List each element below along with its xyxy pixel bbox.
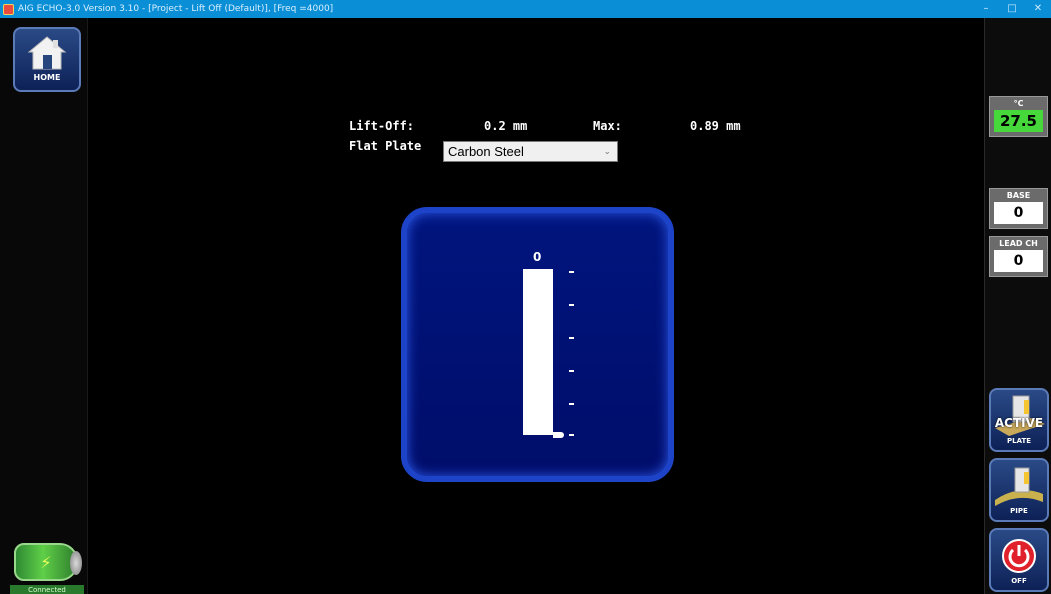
- gauge-pointer: [553, 432, 564, 438]
- window-title: AIG ECHO-3.0 Version 3.10 - [Project - L…: [18, 4, 334, 14]
- pipe-mode-button[interactable]: PIPE: [989, 458, 1049, 522]
- maximize-button[interactable]: □: [999, 0, 1025, 18]
- base-value: 0: [994, 202, 1043, 224]
- gauge-tick: [569, 304, 574, 306]
- connection-status: Connected: [10, 585, 84, 594]
- temperature-value: 27.5: [994, 110, 1043, 132]
- battery-icon: ⚡: [14, 543, 82, 581]
- title-bar: AIG ECHO-3.0 Version 3.10 - [Project - L…: [0, 0, 1051, 18]
- liftoff-gauge-panel: 0: [401, 207, 674, 482]
- pipe-probe-icon: [995, 467, 1043, 506]
- plate-label: PLATE: [1006, 437, 1032, 445]
- home-label: HOME: [33, 73, 61, 82]
- liftoff-label: Lift-Off:: [349, 119, 415, 133]
- lead-channel-value: 0: [994, 250, 1043, 272]
- close-button[interactable]: ✕: [1025, 0, 1051, 18]
- material-select[interactable]: Carbon Steel ⌄: [443, 141, 618, 162]
- bolt-icon: ⚡: [40, 552, 52, 572]
- lead-channel-label: LEAD CH: [999, 239, 1038, 248]
- gauge-tick: [569, 271, 574, 273]
- base-label: BASE: [1006, 191, 1031, 200]
- max-value: 0.89 mm: [690, 119, 741, 133]
- right-sidebar: °C 27.5 BASE 0 LEAD CH 0 ACTIVE PLATE PI…: [984, 18, 1051, 594]
- app-icon: [3, 3, 14, 15]
- off-label: OFF: [1011, 577, 1027, 585]
- connection-indicator: ⚡ Connected: [10, 543, 84, 594]
- power-icon: [1002, 539, 1036, 573]
- gauge-tick: [569, 337, 574, 339]
- liftoff-value: 0.2 mm: [484, 119, 528, 133]
- base-box: BASE 0: [989, 188, 1048, 229]
- chevron-down-icon: ⌄: [603, 146, 611, 156]
- material-select-value: Carbon Steel: [448, 144, 524, 159]
- minimize-button[interactable]: –: [973, 0, 999, 18]
- gauge-tick: [569, 370, 574, 372]
- plate-active-label: ACTIVE: [994, 416, 1044, 430]
- lead-channel-box: LEAD CH 0: [989, 236, 1048, 277]
- pipe-label: PIPE: [1010, 507, 1028, 515]
- power-off-button[interactable]: OFF: [989, 528, 1049, 592]
- temperature-label: °C: [1013, 99, 1024, 108]
- gauge-top-label: 0: [533, 250, 542, 264]
- left-sidebar: HOME ⚡ Connected: [0, 18, 88, 594]
- home-button[interactable]: HOME: [13, 27, 81, 92]
- gauge-tick: [569, 403, 574, 405]
- surface-label: Flat Plate: [349, 139, 422, 153]
- max-label: Max:: [593, 119, 622, 133]
- plate-probe-icon: [995, 395, 1045, 436]
- liftoff-level-bar: [523, 269, 553, 435]
- home-icon: [27, 36, 67, 70]
- gauge-tick: [569, 434, 574, 436]
- plate-mode-button[interactable]: ACTIVE PLATE: [989, 388, 1049, 452]
- temperature-box: °C 27.5: [989, 96, 1048, 137]
